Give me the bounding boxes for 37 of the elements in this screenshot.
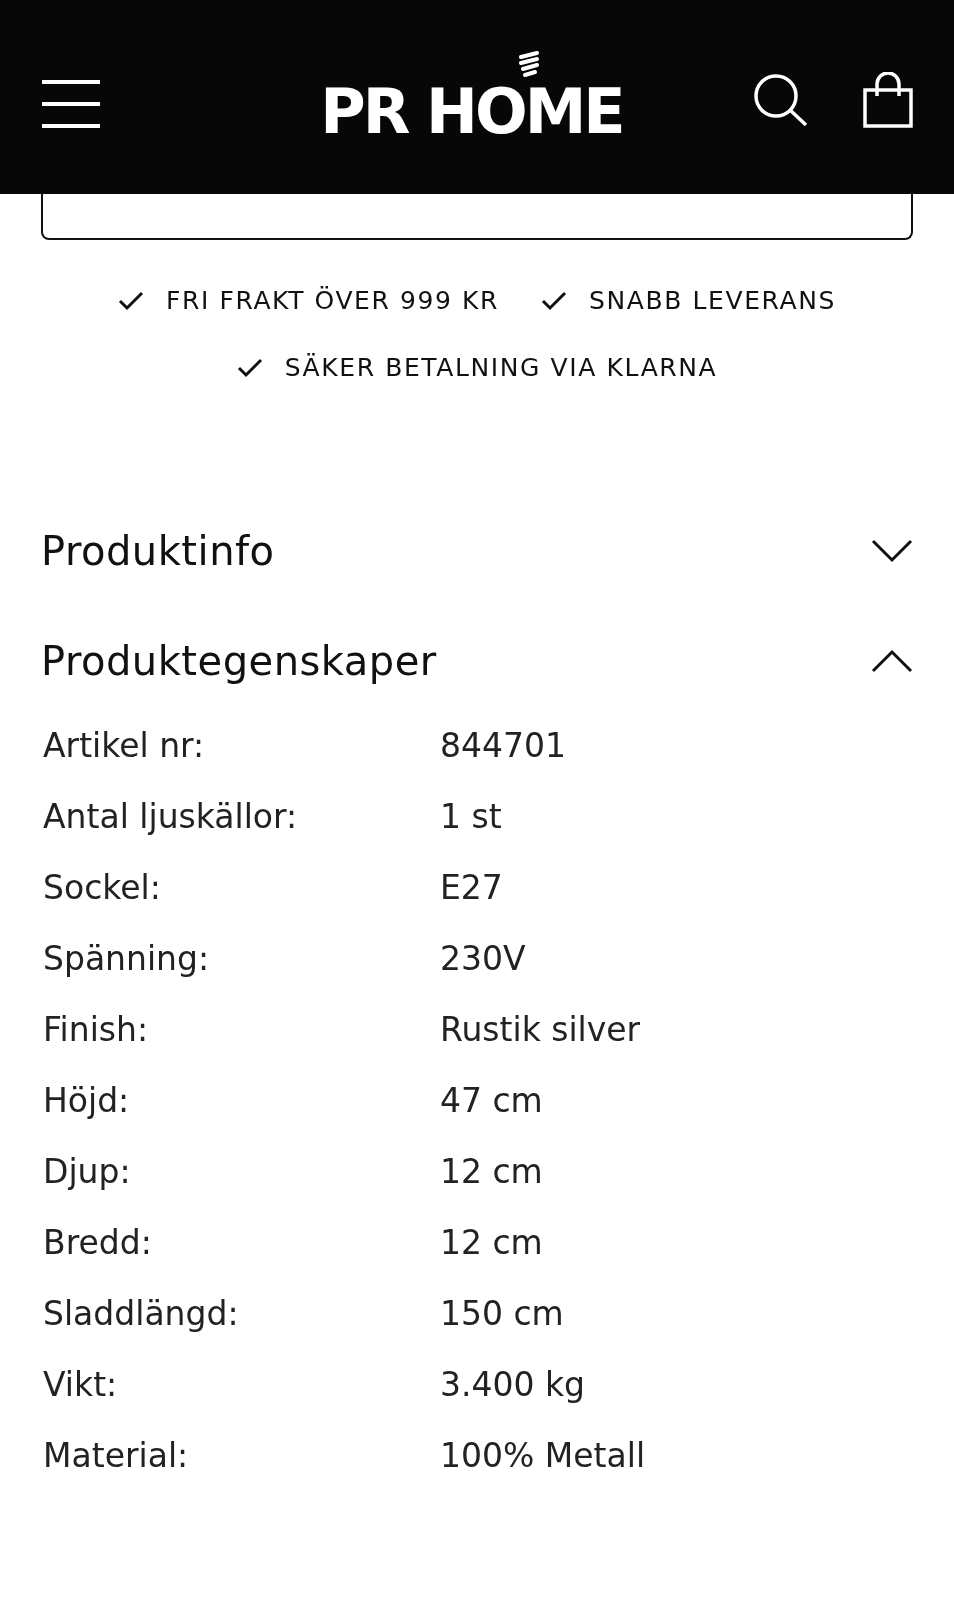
check-icon bbox=[541, 290, 568, 311]
check-icon bbox=[236, 357, 263, 378]
menu-icon[interactable] bbox=[42, 80, 100, 128]
chevron-down-icon[interactable] bbox=[871, 539, 913, 563]
property-value: 230V bbox=[440, 939, 527, 978]
perk-label: SÄKER BETALNING VIA KLARNA bbox=[284, 353, 718, 382]
outlined-button[interactable] bbox=[41, 194, 913, 240]
property-label: Finish: bbox=[43, 1010, 150, 1049]
property-value: E27 bbox=[440, 868, 504, 907]
accordion-header[interactable]: Produktegenskaper bbox=[41, 606, 913, 716]
property-value: 47 cm bbox=[440, 1081, 544, 1120]
property-label: Artikel nr: bbox=[43, 726, 206, 765]
property-value: 12 cm bbox=[440, 1152, 544, 1191]
property-label: Sockel: bbox=[43, 868, 162, 907]
property-label: Antal ljuskällor: bbox=[43, 797, 299, 836]
chevron-up-icon[interactable] bbox=[871, 649, 913, 673]
shopping-bag-icon[interactable] bbox=[863, 72, 913, 128]
property-label: Djup: bbox=[43, 1152, 132, 1191]
logo[interactable]: PR HOME bbox=[320, 81, 623, 143]
property-label: Bredd: bbox=[43, 1223, 153, 1262]
perk-label: FRI FRAKT ÖVER 999 KR bbox=[165, 286, 500, 315]
property-value: 844701 bbox=[440, 726, 567, 765]
property-label: Material: bbox=[43, 1436, 190, 1475]
search-icon[interactable] bbox=[753, 73, 809, 127]
property-label: Spänning: bbox=[43, 939, 211, 978]
property-value: 100% Metall bbox=[440, 1436, 647, 1475]
perk-label: SNABB LEVERANS bbox=[589, 286, 837, 315]
property-label: Höjd: bbox=[43, 1081, 131, 1120]
property-value: 150 cm bbox=[440, 1294, 565, 1333]
property-value: 3.400 kg bbox=[440, 1365, 587, 1404]
property-value: Rustik silver bbox=[440, 1010, 642, 1049]
property-label: Sladdlängd: bbox=[43, 1294, 240, 1333]
property-label: Vikt: bbox=[43, 1365, 119, 1404]
accordion-header[interactable]: Produktinfo bbox=[41, 496, 913, 606]
property-value: 12 cm bbox=[440, 1223, 544, 1262]
check-icon bbox=[117, 290, 144, 311]
property-value: 1 st bbox=[440, 797, 503, 836]
